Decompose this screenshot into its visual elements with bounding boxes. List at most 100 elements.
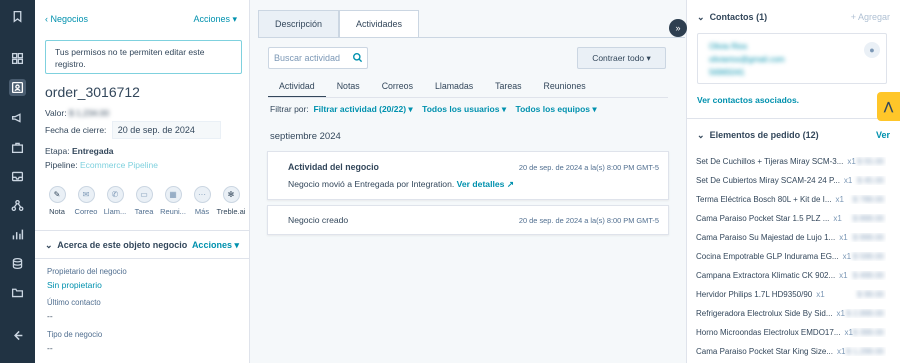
view-line-items-link[interactable]: Ver — [876, 130, 890, 141]
search-placeholder: Buscar actividad — [274, 53, 341, 63]
line-item-price: $ 1,299.00 — [846, 347, 884, 356]
line-item[interactable]: Cama Paraiso Pocket Star King Size... x1 $… — [696, 347, 886, 356]
subtab-notes[interactable]: Notas — [326, 80, 371, 98]
owner-value[interactable]: Sin propietario — [47, 280, 102, 290]
contacts-header[interactable]: ⌄ Contactos (1) + Agregar — [697, 12, 890, 23]
filter-activity-label: Filtrar actividad (20/22) — [313, 104, 407, 114]
line-item-price: $ 599.00 — [852, 252, 884, 261]
quick-action-email[interactable]: ✉ Correo — [74, 186, 98, 216]
about-actions-button[interactable]: Acciones ▾ — [192, 240, 239, 251]
line-item-qty: x1 — [836, 347, 846, 356]
line-item[interactable]: Set De Cuchillos + Tijeras Miray SCM-3..… — [696, 157, 886, 166]
subtab-activity[interactable]: Actividad — [268, 80, 326, 98]
grid-icon[interactable] — [9, 50, 26, 67]
line-item-price: $ 899.00 — [852, 214, 884, 223]
search-icon[interactable] — [352, 52, 363, 65]
quick-action-calendar[interactable]: ▦ Reuni... — [160, 186, 186, 216]
collapse-arrow-icon[interactable] — [9, 327, 26, 344]
chevron-down-icon: ⌄ — [45, 240, 53, 250]
subtab-meetings[interactable]: Reuniones — [533, 80, 597, 98]
line-item-price: $ 55.00 — [857, 157, 884, 166]
filter-users-label: Todos los usuarios — [422, 104, 500, 114]
line-item-price: $ 789.00 — [852, 195, 884, 204]
collapse-all-button[interactable]: Contraer todo ▾ — [577, 47, 666, 69]
line-items-header[interactable]: ⌄ Elementos de pedido (12) Ver — [697, 130, 890, 141]
megaphone-icon[interactable] — [9, 109, 26, 126]
permission-notice: Tus permisos no te permiten editar este … — [45, 40, 242, 74]
line-item-price: $ 45.00 — [857, 176, 884, 185]
record-tabs: Descripción Actividades — [258, 10, 420, 38]
back-to-deals-link[interactable]: ‹ Negocios — [45, 14, 88, 25]
section-divider — [35, 258, 249, 259]
line-item-qty: x1 — [847, 157, 856, 166]
line-item[interactable]: Horno Microondas Electrolux EMDO17... x1 $… — [696, 328, 886, 337]
activity-panel: Descripción Actividades Buscar actividad… — [251, 0, 685, 363]
about-section-header[interactable]: ⌄ Acerca de este objeto negocio Acciones… — [45, 240, 239, 251]
database-icon[interactable] — [9, 255, 26, 272]
subtab-emails[interactable]: Correos — [371, 80, 424, 98]
line-item-qty: x1 — [816, 290, 825, 299]
stage-value: Entregada — [71, 146, 114, 156]
quick-action-label: Reuni... — [160, 207, 186, 216]
assistant-tab-icon[interactable]: ⋀ — [877, 92, 900, 121]
contact-name[interactable]: Olivia Rios — [709, 42, 747, 51]
subtab-calls[interactable]: Llamadas — [424, 80, 484, 98]
view-associated-contacts-link[interactable]: Ver contactos asociados. — [697, 95, 799, 105]
deal-type-label: Tipo de negocio — [47, 330, 103, 339]
activity-card[interactable]: Negocio creado 20 de sep. de 2024 a la(s… — [267, 205, 669, 235]
bookmark-icon[interactable] — [9, 8, 26, 25]
filter-users-dropdown[interactable]: Todos los usuarios ▾ — [422, 104, 506, 114]
tab-description[interactable]: Descripción — [258, 10, 340, 38]
activity-card[interactable]: Actividad del negocio 20 de sep. de 2024… — [267, 151, 669, 200]
activity-date: 20 de sep. de 2024 a la(s) 8:00 PM GMT-5 — [518, 216, 659, 225]
activity-search-input[interactable]: Buscar actividad — [268, 47, 368, 69]
expand-panel-icon[interactable]: » — [669, 19, 687, 37]
line-item[interactable]: Campana Extractora Klimatic CK 902... x1 $… — [696, 271, 886, 280]
line-item[interactable]: Set De Cubiertos Miray SCAM-24 24 P... x1… — [696, 176, 886, 185]
month-header: septiembre 2024 — [270, 131, 341, 142]
activity-filters: Filtrar por: Filtrar actividad (20/22) ▾… — [270, 104, 597, 115]
view-details-link[interactable]: Ver detalles ↗ — [457, 179, 514, 189]
deal-type-value: -- — [47, 343, 53, 353]
line-item-qty: x1 — [843, 176, 853, 185]
reports-icon[interactable] — [9, 226, 26, 243]
edit-icon: ✎ — [48, 186, 66, 203]
line-item-price: $ 399.00 — [852, 328, 884, 337]
quick-action-phone[interactable]: ✆ Llam... — [103, 186, 127, 216]
quick-action-more[interactable]: ··· Más — [190, 186, 214, 216]
quick-action-label: Tarea — [134, 207, 154, 216]
line-item-name: Campana Extractora Klimatic CK 902... — [696, 271, 836, 280]
value-row: Valor: $ 1,234.00 — [45, 108, 109, 118]
add-contact-button[interactable]: + Agregar — [851, 12, 890, 23]
folder-icon[interactable] — [9, 284, 26, 301]
network-icon[interactable] — [9, 197, 26, 214]
contact-card[interactable]: Olivia Rios oliviarios@gmail.com 5696504… — [697, 33, 887, 84]
line-item[interactable]: Cama Paraiso Su Majestad de Lujo 1... x1 $… — [696, 233, 886, 242]
about-actions-label: Acciones — [191, 240, 232, 250]
quick-action-edit[interactable]: ✎ Nota — [45, 186, 69, 216]
filter-activity-dropdown[interactable]: Filtrar actividad (20/22) ▾ — [313, 104, 412, 114]
contacts-icon[interactable] — [9, 79, 26, 96]
line-item[interactable]: Hervidor Philips 1.7L HD9350/90 x1 $ 99.00 — [696, 290, 886, 299]
contact-email: oliviarios@gmail.com — [709, 55, 785, 64]
tab-activities[interactable]: Actividades — [339, 10, 420, 38]
external-link-icon: ↗ — [506, 179, 515, 189]
line-item[interactable]: Refrigeradora Electrolux Side By Sid... x… — [696, 309, 886, 318]
quick-action-treble[interactable]: ✻ Treble.ai — [217, 186, 245, 216]
line-item[interactable]: Cama Paraiso Pocket Star 1.5 PLZ ... x1 $ … — [696, 214, 886, 223]
quick-action-task[interactable]: ▭ Tarea — [132, 186, 156, 216]
briefcase-icon[interactable] — [9, 139, 26, 156]
line-item[interactable]: Cocina Empotrable GLP Indurama EG... x1 $ … — [696, 252, 886, 261]
record-actions-button[interactable]: Acciones ▾ — [193, 14, 237, 25]
stage-row: Etapa: Entregada — [45, 146, 114, 156]
subtab-tasks[interactable]: Tareas — [484, 80, 532, 98]
close-date-field[interactable]: 20 de sep. de 2024 — [111, 121, 221, 139]
inbox-icon[interactable] — [9, 168, 26, 185]
line-item[interactable]: Terma Eléctrica Bosch 80L + Kit de I... x… — [696, 195, 886, 204]
treble-icon: ✻ — [222, 186, 240, 203]
line-item-price: $ 499.00 — [852, 271, 884, 280]
filter-teams-dropdown[interactable]: Todos los equipos ▾ — [516, 104, 597, 114]
chevron-down-icon: ⌄ — [697, 130, 705, 140]
subtab-divider — [268, 97, 668, 98]
section-divider — [35, 230, 249, 231]
